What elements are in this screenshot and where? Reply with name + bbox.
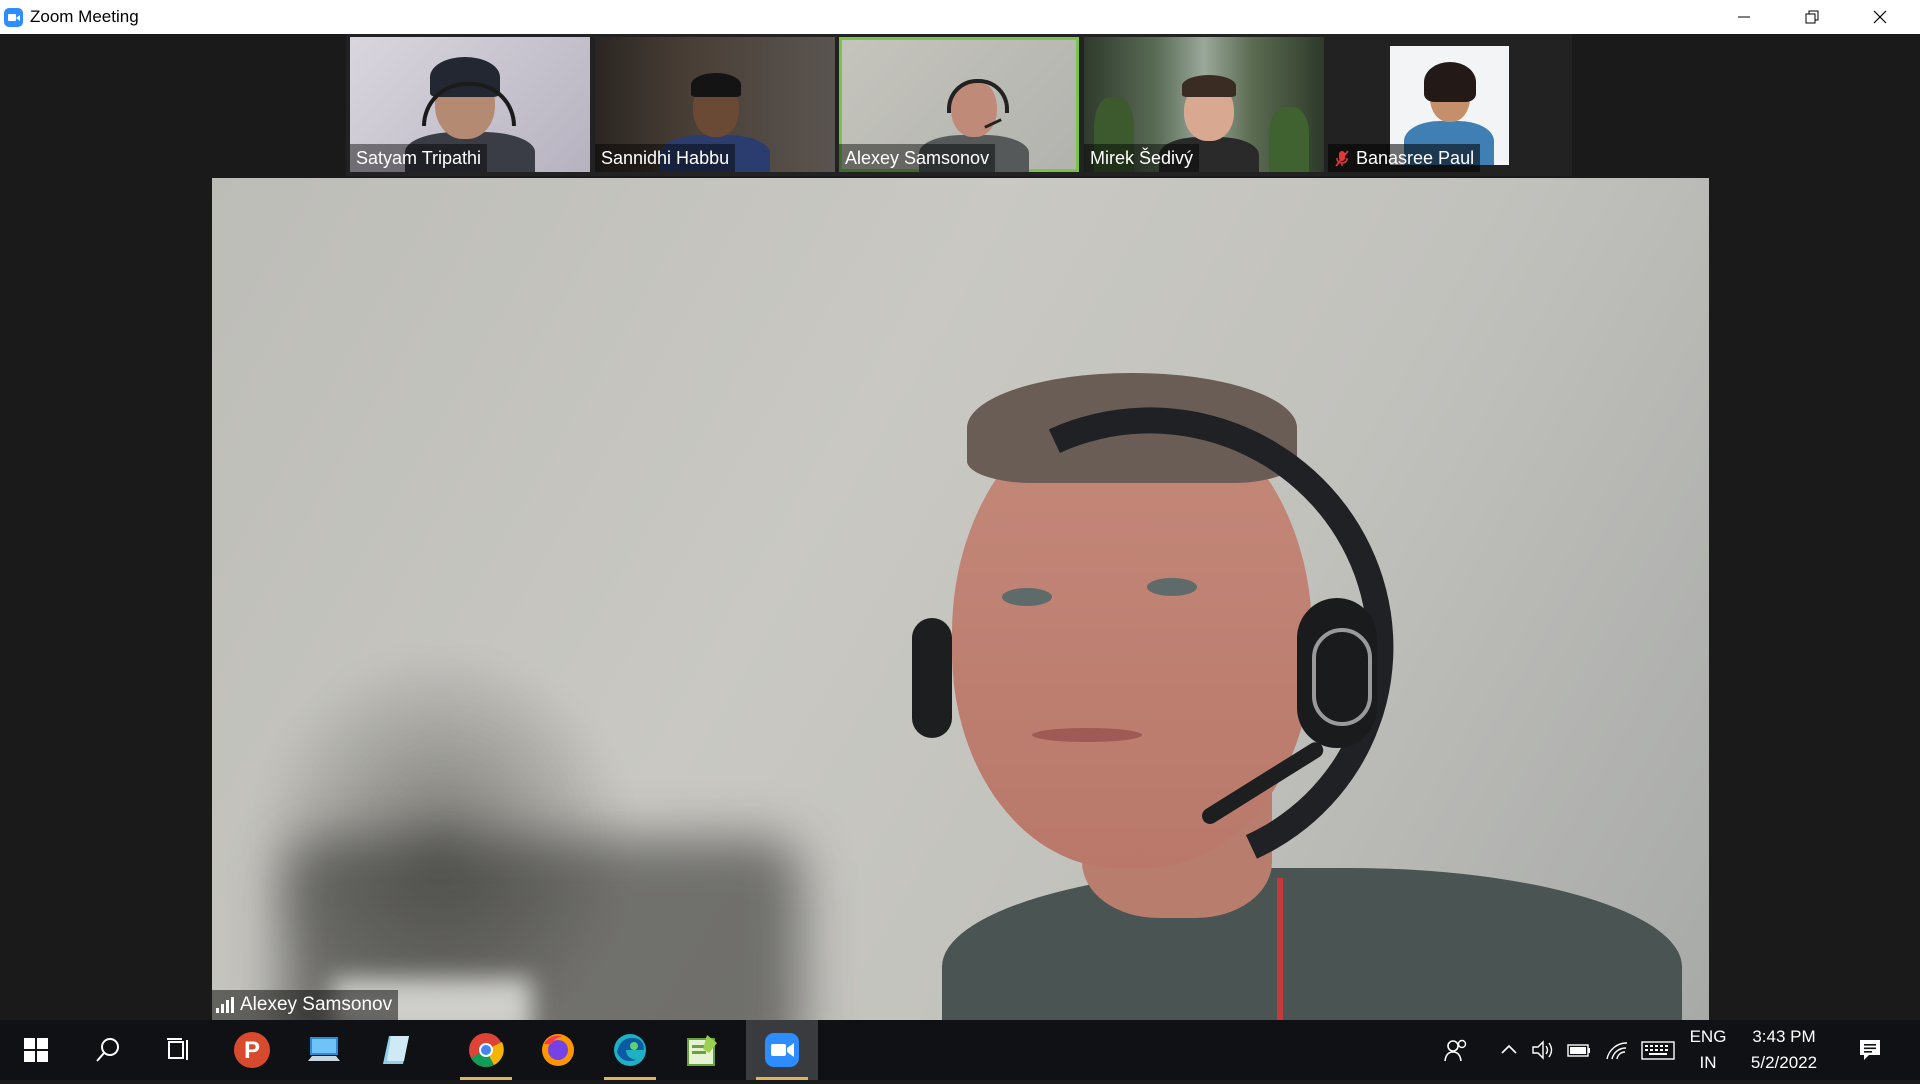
notepad-icon bbox=[383, 1036, 409, 1064]
speaker-figure bbox=[212, 178, 1709, 1020]
clock-date: 5/2/2022 bbox=[1750, 1053, 1818, 1072]
task-view-button[interactable] bbox=[144, 1020, 216, 1080]
search-icon bbox=[96, 1038, 119, 1062]
show-hidden-icons-button[interactable] bbox=[1494, 1020, 1524, 1080]
battery-icon bbox=[1567, 1044, 1590, 1057]
edge-icon bbox=[614, 1034, 646, 1066]
minimize-button[interactable] bbox=[1710, 0, 1778, 34]
firefox-icon bbox=[542, 1034, 574, 1066]
speaker-name: Alexey Samsonov bbox=[240, 994, 393, 1015]
start-icon bbox=[24, 1038, 48, 1062]
taskbar-app-chrome[interactable] bbox=[450, 1020, 522, 1080]
input-language-button[interactable]: ENG IN bbox=[1684, 1020, 1732, 1084]
taskbar-app-notepadpp[interactable] bbox=[666, 1020, 738, 1080]
title-bar: Zoom Meeting bbox=[0, 0, 1920, 34]
main-video-nametag: Alexey Samsonov bbox=[212, 990, 399, 1020]
action-center-button[interactable] bbox=[1848, 1020, 1892, 1080]
volume-icon bbox=[1532, 1040, 1553, 1060]
start-button[interactable] bbox=[0, 1020, 72, 1080]
chevron-up-icon bbox=[1501, 1044, 1517, 1054]
zoom-icon bbox=[765, 1033, 799, 1067]
participant-name-tag: Banasree Paul bbox=[1328, 144, 1481, 172]
wifi-icon bbox=[1606, 1042, 1628, 1060]
network-button[interactable] bbox=[1602, 1020, 1632, 1080]
notifications-icon bbox=[1860, 1040, 1880, 1060]
main-video[interactable]: Alexey Samsonov bbox=[212, 178, 1709, 1020]
participant-name: Mirek Šedivý bbox=[1084, 144, 1200, 172]
participant-tile[interactable]: Satyam Tripathi bbox=[350, 37, 590, 172]
participant-tile[interactable]: Banasree Paul bbox=[1328, 37, 1568, 172]
clock-button[interactable]: 3:43 PM 5/2/2022 bbox=[1736, 1020, 1832, 1084]
muted-mic-icon bbox=[1335, 150, 1349, 167]
participant-name: Alexey Samsonov bbox=[839, 144, 996, 172]
participant-tile[interactable]: Mirek Šedivý bbox=[1084, 37, 1324, 172]
touch-keyboard-button[interactable] bbox=[1638, 1020, 1678, 1080]
region-code: IN bbox=[1699, 1053, 1717, 1072]
volume-button[interactable] bbox=[1528, 1020, 1558, 1080]
restore-icon bbox=[1805, 10, 1819, 24]
close-button[interactable] bbox=[1846, 0, 1914, 34]
participant-tile[interactable]: Sannidhi Habbu bbox=[595, 37, 835, 172]
taskbar-app-p[interactable]: P bbox=[216, 1020, 288, 1080]
task-view-icon bbox=[167, 1038, 188, 1060]
taskbar: P ENG IN 3:43 PM 5/2/2022 bbox=[0, 1020, 1920, 1080]
battery-button[interactable] bbox=[1564, 1020, 1594, 1080]
taskbar-app-edge[interactable] bbox=[594, 1020, 666, 1080]
participant-name: Satyam Tripathi bbox=[350, 144, 488, 172]
restore-button[interactable] bbox=[1778, 0, 1846, 34]
chrome-icon bbox=[469, 1033, 504, 1067]
keyboard-icon bbox=[1641, 1041, 1675, 1060]
participant-name: Banasree Paul bbox=[1356, 148, 1475, 168]
people-button[interactable] bbox=[1436, 1020, 1476, 1080]
window-title: Zoom Meeting bbox=[30, 7, 139, 26]
language-code: ENG bbox=[1689, 1027, 1727, 1046]
remote-desktop-icon bbox=[308, 1037, 340, 1061]
people-icon bbox=[1444, 1039, 1467, 1062]
participant-name: Sannidhi Habbu bbox=[595, 144, 736, 172]
signal-strength-icon bbox=[216, 997, 234, 1013]
taskbar-app-remote-desktop[interactable] bbox=[288, 1020, 360, 1080]
notepadpp-icon bbox=[687, 1035, 717, 1066]
taskbar-app-notepad[interactable] bbox=[360, 1020, 432, 1080]
search-button[interactable] bbox=[72, 1020, 144, 1080]
zoom-app-icon bbox=[4, 8, 23, 27]
participant-gallery: Satyam Tripathi Sannidhi Habbu Alexey Sa… bbox=[346, 34, 1572, 176]
taskbar-app-zoom[interactable] bbox=[746, 1020, 818, 1080]
participant-tile-active[interactable]: Alexey Samsonov bbox=[839, 37, 1079, 172]
minimize-icon bbox=[1738, 16, 1750, 18]
p-app-icon: P bbox=[234, 1032, 270, 1068]
close-icon bbox=[1873, 10, 1887, 24]
taskbar-app-firefox[interactable] bbox=[522, 1020, 594, 1080]
svg-text:P: P bbox=[244, 1037, 260, 1064]
clock-time: 3:43 PM bbox=[1752, 1027, 1816, 1046]
